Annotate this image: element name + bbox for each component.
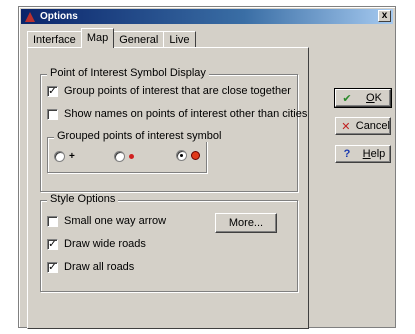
wide-roads-row[interactable]: ✓ Draw wide roads bbox=[47, 238, 146, 250]
close-button[interactable]: x bbox=[378, 10, 391, 22]
more-button[interactable]: More... bbox=[215, 213, 277, 233]
title-bar[interactable]: Options x bbox=[21, 9, 393, 24]
all-roads-row[interactable]: ✓ Draw all roads bbox=[47, 261, 134, 273]
tab-general[interactable]: General bbox=[113, 31, 165, 48]
symbol-option-large-dot[interactable] bbox=[176, 150, 200, 161]
grouped-symbol-group: Grouped points of interest symbol + bbox=[47, 130, 225, 173]
checkmark-icon: ✔ bbox=[342, 92, 352, 105]
plus-icon: + bbox=[69, 151, 75, 162]
symbol-plus-radio[interactable] bbox=[54, 151, 65, 162]
symbol-option-plus[interactable]: + bbox=[54, 151, 75, 162]
tab-strip: Interface Map General Live bbox=[27, 28, 196, 48]
all-roads-checkbox[interactable]: ✓ bbox=[47, 261, 58, 273]
all-roads-label: Draw all roads bbox=[64, 261, 135, 273]
style-options-group: Style Options Small one way arrow ✓ Draw… bbox=[40, 193, 298, 292]
small-arrow-checkbox[interactable] bbox=[47, 215, 58, 227]
show-names-label: Show names on points of interest other t… bbox=[64, 108, 308, 120]
cancel-button[interactable]: ✕ Cancel bbox=[335, 117, 391, 135]
symbol-large-dot-radio[interactable] bbox=[176, 150, 187, 161]
group-close-row[interactable]: ✓ Group points of interest that are clos… bbox=[47, 85, 291, 97]
small-arrow-label: Small one way arrow bbox=[64, 215, 167, 227]
ok-button[interactable]: ✔ OK bbox=[334, 88, 392, 108]
symbol-small-dot-radio[interactable] bbox=[114, 151, 125, 162]
small-arrow-row[interactable]: Small one way arrow bbox=[47, 215, 166, 227]
small-red-dot-icon bbox=[129, 154, 134, 159]
app-icon bbox=[24, 11, 36, 23]
wide-roads-checkbox[interactable]: ✓ bbox=[47, 238, 58, 250]
poi-group-title: Point of Interest Symbol Display bbox=[47, 67, 209, 79]
cancel-label: Cancel bbox=[355, 120, 390, 132]
wide-roads-label: Draw wide roads bbox=[64, 238, 146, 250]
map-tab-panel: Point of Interest Symbol Display ✓ Group… bbox=[27, 47, 309, 329]
ok-label: OK bbox=[366, 92, 382, 104]
show-names-row[interactable]: Show names on points of interest other t… bbox=[47, 108, 307, 120]
grouped-symbol-title: Grouped points of interest symbol bbox=[54, 130, 225, 142]
tab-live[interactable]: Live bbox=[163, 31, 196, 48]
tab-map[interactable]: Map bbox=[80, 28, 115, 48]
options-dialog: Options x Interface Map General Live Poi… bbox=[18, 6, 396, 329]
group-close-label: Group points of interest that are close … bbox=[64, 85, 291, 97]
tab-interface[interactable]: Interface bbox=[27, 31, 82, 48]
poi-symbol-group: Point of Interest Symbol Display ✓ Group… bbox=[40, 67, 307, 192]
show-names-checkbox[interactable] bbox=[47, 108, 58, 120]
style-group-title: Style Options bbox=[47, 193, 119, 205]
symbol-option-small-dot[interactable] bbox=[114, 151, 134, 162]
help-button[interactable]: ? Help bbox=[335, 145, 391, 163]
x-icon: ✕ bbox=[341, 120, 351, 133]
group-close-checkbox[interactable]: ✓ bbox=[47, 85, 58, 97]
large-red-dot-icon bbox=[191, 151, 200, 160]
window-title: Options bbox=[40, 11, 78, 22]
help-label: Help bbox=[362, 148, 386, 160]
question-icon: ? bbox=[343, 148, 351, 160]
